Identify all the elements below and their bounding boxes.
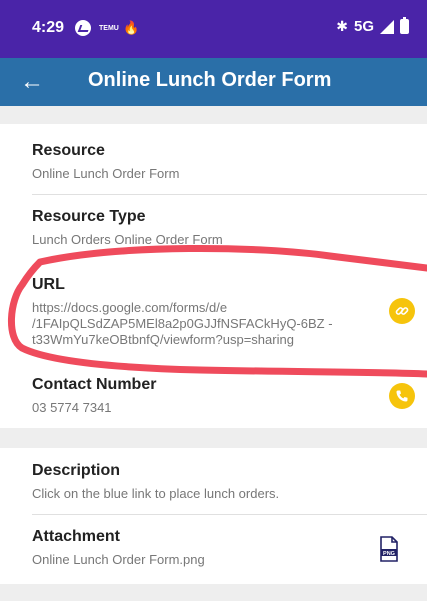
resource-type-label: Resource Type [32, 208, 146, 225]
resource-type-value: Lunch Orders Online Order Form [32, 232, 223, 247]
status-time: 4:29 [32, 19, 65, 36]
attachment-field: Attachment Online Lunch Order Form.png [32, 528, 412, 568]
divider [32, 514, 427, 515]
resource-label: Resource [32, 142, 105, 159]
notification-icons: TEMU 🔥 [75, 20, 139, 36]
link-icon[interactable] [389, 298, 415, 324]
status-bar: 4:29 TEMU 🔥 ✱ 5G [0, 0, 427, 58]
arrow-back-icon[interactable]: ← [14, 64, 50, 100]
url-field: URL https://docs.google.com/forms/d/e /1… [32, 276, 412, 348]
messenger-icon [75, 20, 91, 36]
resource-type-field: Resource Type Lunch Orders Online Order … [32, 208, 412, 248]
description-field: Description Click on the blue link to pl… [32, 462, 412, 502]
png-badge-text: PNG [383, 551, 395, 557]
url-link[interactable]: https://docs.google.com/forms/d/e /1FAIp… [32, 300, 377, 348]
battery-icon [400, 17, 409, 34]
contact-value: 03 5774 7341 [32, 400, 112, 415]
flame-icon: 🔥 [123, 20, 140, 35]
page-title: Online Lunch Order Form [88, 69, 332, 91]
description-label: Description [32, 462, 121, 479]
details-card: Resource Online Lunch Order Form Resourc… [0, 124, 427, 428]
attachment-value[interactable]: Online Lunch Order Form.png [32, 552, 412, 568]
png-file-icon[interactable]: PNG [379, 536, 399, 562]
bluetooth-icon: ✱ [336, 18, 348, 34]
description-value: Click on the blue link to place lunch or… [32, 486, 280, 501]
divider [32, 194, 427, 195]
attachment-label: Attachment [32, 528, 121, 545]
temu-icon: TEMU [99, 24, 119, 32]
system-icons: ✱ 5G [336, 17, 409, 35]
phone-icon[interactable] [389, 383, 415, 409]
signal-icon [380, 19, 394, 34]
resource-value: Online Lunch Order Form [32, 166, 180, 181]
extra-card: Description Click on the blue link to pl… [0, 448, 427, 584]
url-label: URL [32, 276, 65, 293]
resource-field: Resource Online Lunch Order Form [32, 142, 412, 182]
network-type: 5G [353, 18, 374, 35]
app-bar: ← Online Lunch Order Form [0, 58, 427, 106]
contact-label: Contact Number [32, 376, 157, 393]
contact-field: Contact Number 03 5774 7341 [32, 376, 412, 416]
